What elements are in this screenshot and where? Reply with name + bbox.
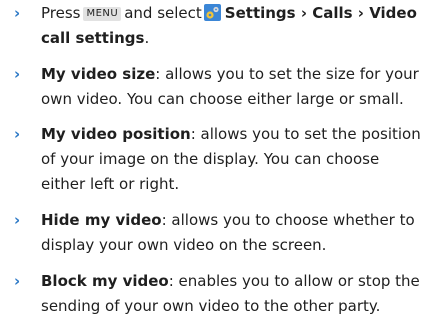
step-end: . (144, 29, 150, 47)
item-term: My video size (41, 65, 156, 83)
instruction-text: Press MENU and select Settings › Calls › V… (41, 1, 428, 51)
bullet-arrow: › (14, 272, 21, 290)
list-item: › Block my video: enables you to allow o… (14, 269, 428, 319)
menu-key-label: MENU (83, 7, 122, 21)
bullet-arrow: › (14, 4, 21, 22)
press-text: Press (41, 4, 81, 22)
list-item: › My video position: allows you to set t… (14, 122, 428, 197)
item-text: Block my video: enables you to allow or … (41, 269, 428, 319)
item-term: Block my video (41, 272, 169, 290)
manual-page: › Press MENU and select Settings › Calls ›… (0, 0, 434, 321)
bullet-arrow: › (14, 65, 21, 83)
bullet-arrow: › (14, 211, 21, 229)
item-term: My video position (41, 125, 191, 143)
list-item: › Hide my video: allows you to choose wh… (14, 208, 428, 258)
and-select-text: and select (124, 4, 202, 22)
instruction-step: › Press MENU and select Settings › Calls ›… (14, 1, 428, 51)
settings-gear-icon (203, 4, 221, 21)
item-term: Hide my video (41, 211, 162, 229)
list-item: › My video size: allows you to set the s… (14, 62, 428, 112)
item-text: My video size: allows you to set the siz… (41, 62, 428, 112)
item-text: My video position: allows you to set the… (41, 122, 428, 197)
bullet-arrow: › (14, 125, 21, 143)
item-text: Hide my video: allows you to choose whet… (41, 208, 428, 258)
